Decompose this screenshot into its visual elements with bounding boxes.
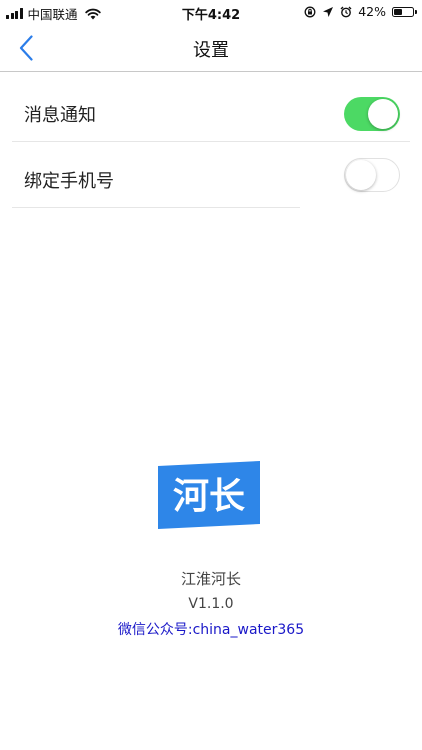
status-right: 42% [304, 4, 417, 19]
status-bar: 中国联通 下午4:42 42% [0, 0, 422, 24]
toggle-knob [345, 159, 376, 190]
battery-fill [394, 8, 402, 15]
setting-row-bind-phone: 绑定手机号 [12, 152, 400, 208]
notifications-toggle[interactable] [344, 97, 400, 131]
page-title: 设置 [193, 40, 229, 61]
toggle-knob [368, 99, 398, 129]
orientation-lock-icon [304, 6, 316, 17]
app-logo: 河长 [158, 461, 260, 529]
battery-percent: 42% [358, 4, 386, 19]
battery-icon [392, 6, 417, 17]
bind-phone-toggle[interactable] [344, 158, 400, 192]
nav-bar: 设置 [0, 24, 422, 72]
app-version: V1.1.0 [188, 596, 234, 612]
setting-row-notifications: 消息通知 [12, 86, 410, 142]
settings-list: 消息通知 绑定手机号 [12, 86, 410, 208]
wechat-account-link[interactable]: 微信公众号:china_water365 [0, 619, 422, 639]
setting-label-bind-phone: 绑定手机号 [24, 171, 114, 192]
logo-text: 河长 [173, 476, 245, 517]
location-icon [323, 6, 334, 17]
setting-label-notifications: 消息通知 [24, 105, 96, 126]
alarm-icon [340, 6, 352, 17]
app-name: 江淮河长 [180, 570, 241, 588]
